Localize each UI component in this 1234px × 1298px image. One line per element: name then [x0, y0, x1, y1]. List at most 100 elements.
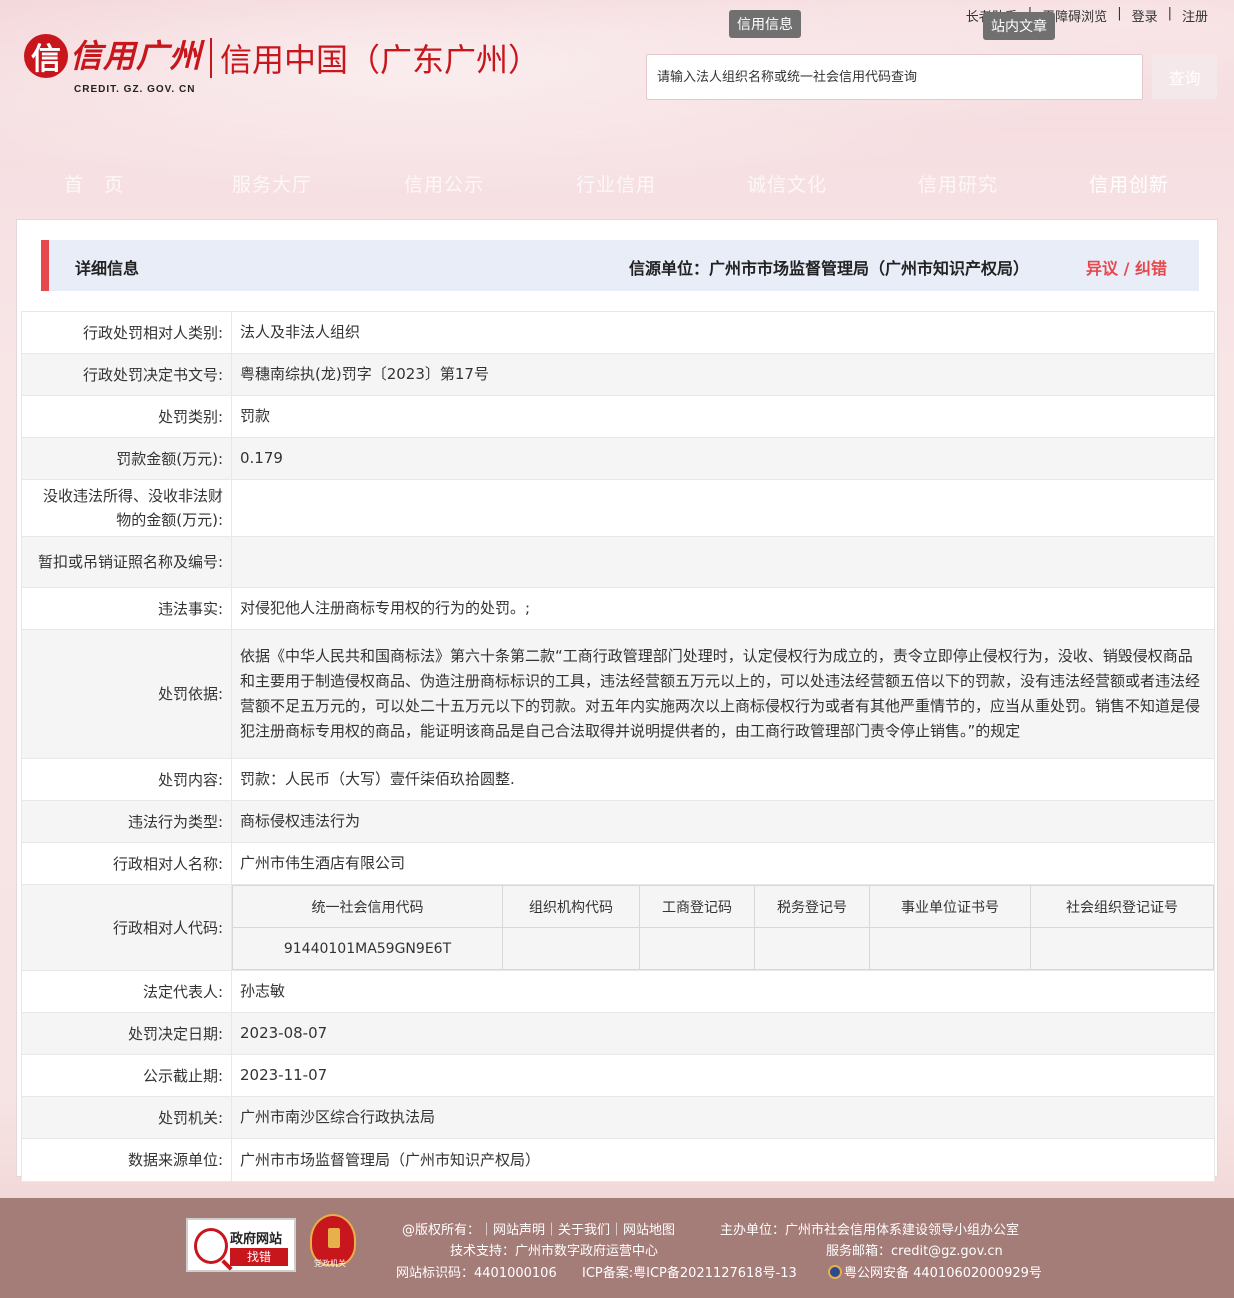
codes-header: 事业单位证书号: [869, 885, 1031, 928]
nav-service-hall[interactable]: 服务大厅: [232, 170, 312, 197]
table-row: 数据来源单位: 广州市市场监督管理局（广州市知识产权局）: [21, 1138, 1215, 1182]
row-value: 2023-11-07: [231, 1054, 1215, 1097]
page-footer: 政府网站 找错 党政机关 @版权所有：｜网站声明｜关于我们｜网站地图 主办单位：…: [0, 1198, 1234, 1298]
logo-divider: [210, 38, 213, 78]
row-label: 没收违法所得、没收非法财物的金额(万元):: [21, 479, 232, 537]
logo-subtitle: CREDIT. GZ. GOV. CN: [74, 84, 196, 95]
table-row: 处罚机关: 广州市南沙区综合行政执法局: [21, 1096, 1215, 1139]
row-value: 广州市南沙区综合行政执法局: [231, 1096, 1215, 1139]
logo-title: 信用广州: [70, 37, 203, 75]
codes-header-row: 统一社会信用代码 组织机构代码 工商登记码 税务登记号 事业单位证书号 社会组织…: [232, 885, 1214, 928]
magnifier-icon: [194, 1228, 228, 1264]
row-label: 法定代表人:: [21, 970, 232, 1013]
footer-email: 服务邮箱：credit@gz.gov.cn: [826, 1244, 1003, 1259]
table-row: 处罚内容: 罚款：人民币（大写）壹仟柒佰玖拾圆整.: [21, 758, 1215, 801]
row-value: 0.179: [231, 437, 1215, 480]
row-label: 数据来源单位:: [21, 1138, 232, 1182]
nav-integrity-culture[interactable]: 诚信文化: [747, 170, 827, 197]
codes-header: 税务登记号: [754, 885, 870, 928]
detail-table: 行政处罚相对人类别: 法人及非法人组织 行政处罚决定书文号: 粤穗南综执(龙)罚字〔…: [21, 311, 1215, 1182]
detail-header-bar: 详细信息 信源单位：广州市市场监督管理局（广州市知识产权局） 异议 / 纠错: [41, 240, 1199, 291]
nav-credit-disclosure[interactable]: 信用公示: [404, 170, 484, 197]
row-label: 罚款金额(万元):: [21, 437, 232, 480]
table-row: 行政相对人代码: 统一社会信用代码 组织机构代码 工商登记码 税务登记号 事业单…: [21, 884, 1215, 971]
codes-value: [869, 927, 1031, 970]
footer-police-record[interactable]: 粤公网安备 44010602000929号: [828, 1262, 1042, 1281]
table-row: 行政处罚相对人类别: 法人及非法人组织: [21, 311, 1215, 354]
codes-value-row: 91440101MA59GN9E6T: [232, 927, 1214, 970]
logo-emblem-icon: 信: [24, 34, 68, 78]
row-label: 违法事实:: [21, 587, 232, 630]
police-badge-icon: [828, 1265, 842, 1279]
codes-value: [639, 927, 755, 970]
row-value: 粤穗南综执(龙)罚字〔2023〕第17号: [231, 353, 1215, 396]
row-value: 对侵犯他人注册商标专用权的行为的处罚。;: [231, 587, 1215, 630]
codes-value: [754, 927, 870, 970]
row-label: 处罚内容:: [21, 758, 232, 801]
search-box: [646, 54, 1143, 100]
gov-site-error-badge[interactable]: 政府网站 找错: [186, 1218, 296, 1272]
table-row: 处罚类别: 罚款: [21, 395, 1215, 438]
footer-icp[interactable]: ICP备案:粤ICP备2021127618号-13: [582, 1262, 797, 1281]
row-value: 广州市伟生酒店有限公司: [231, 842, 1215, 885]
codes-header: 统一社会信用代码: [232, 885, 503, 928]
codes-value: [502, 927, 640, 970]
gov-badge-subtitle: 找错: [230, 1248, 288, 1266]
table-row: 处罚决定日期: 2023-08-07: [21, 1012, 1215, 1055]
codes-value: 91440101MA59GN9E6T: [232, 927, 503, 970]
row-value: 广州市市场监督管理局（广州市知识产权局）: [231, 1138, 1215, 1182]
detail-panel: 详细信息 信源单位：广州市市场监督管理局（广州市知识产权局） 异议 / 纠错 行…: [16, 219, 1218, 1182]
register-link[interactable]: 注册: [1172, 6, 1218, 25]
footer-support: 技术支持：广州市数字政府运营中心: [450, 1244, 659, 1259]
party-organ-label: 党政机关: [314, 1259, 346, 1268]
table-row: 罚款金额(万元): 0.179: [21, 437, 1215, 480]
row-value: 依据《中华人民共和国商标法》第六十条第二款“工商行政管理部门处理时，认定侵权行为…: [231, 629, 1215, 759]
site-logo[interactable]: 信 信用广州 CREDIT. GZ. GOV. CN 信用中国（广东广州）: [24, 34, 540, 95]
row-value: 罚款：人民币（大写）壹仟柒佰玖拾圆整.: [231, 758, 1215, 801]
search-input[interactable]: [647, 55, 1142, 99]
search-button[interactable]: 查询: [1152, 54, 1217, 99]
row-value: 孙志敏: [231, 970, 1215, 1013]
nav-industry-credit[interactable]: 行业信用: [576, 170, 656, 197]
row-value: 统一社会信用代码 组织机构代码 工商登记码 税务登记号 事业单位证书号 社会组织…: [231, 884, 1215, 971]
row-label: 公示截止期:: [21, 1054, 232, 1097]
table-row: 暂扣或吊销证照名称及编号:: [21, 536, 1215, 588]
detail-accent-bar: [41, 240, 49, 291]
row-label: 违法行为类型:: [21, 800, 232, 843]
table-row: 法定代表人: 孙志敏: [21, 970, 1215, 1013]
row-value: 商标侵权违法行为: [231, 800, 1215, 843]
codes-header: 组织机构代码: [502, 885, 640, 928]
row-label: 行政相对人代码:: [21, 884, 232, 971]
table-row: 行政相对人名称: 广州市伟生酒店有限公司: [21, 842, 1215, 885]
main-nav: 首 页 服务大厅 信用公示 行业信用 诚信文化 信用研究 信用创新: [0, 170, 1234, 200]
nav-credit-innovation[interactable]: 信用创新: [1089, 170, 1169, 197]
codes-header: 社会组织登记证号: [1030, 885, 1214, 928]
party-organ-badge[interactable]: 党政机关: [310, 1214, 360, 1274]
footer-police-text: 粤公网安备 44010602000929号: [844, 1266, 1042, 1281]
detail-source: 信源单位：广州市市场监督管理局（广州市知识产权局）: [628, 259, 1029, 278]
login-link[interactable]: 登录: [1122, 6, 1168, 25]
table-row: 违法事实: 对侵犯他人注册商标专用权的行为的处罚。;: [21, 587, 1215, 630]
objection-correction-link[interactable]: 异议 / 纠错: [1086, 255, 1167, 279]
search-tab-credit-info[interactable]: 信用信息: [729, 10, 801, 38]
row-label: 暂扣或吊销证照名称及编号:: [21, 536, 232, 588]
row-label: 处罚类别:: [21, 395, 232, 438]
gov-badge-title: 政府网站: [230, 1232, 283, 1247]
row-label: 处罚依据:: [21, 629, 232, 759]
search-tab-site-articles[interactable]: 站内文章: [983, 12, 1055, 40]
codes-header: 工商登记码: [639, 885, 755, 928]
nav-home[interactable]: 首 页: [64, 170, 124, 197]
footer-site-id: 网站标识码：4401000106: [396, 1266, 557, 1281]
codes-table: 统一社会信用代码 组织机构代码 工商登记码 税务登记号 事业单位证书号 社会组织…: [232, 885, 1214, 970]
nav-credit-research[interactable]: 信用研究: [918, 170, 998, 197]
row-label: 处罚机关:: [21, 1096, 232, 1139]
footer-copyright-links[interactable]: @版权所有：｜网站声明｜关于我们｜网站地图: [402, 1219, 675, 1238]
table-row: 行政处罚决定书文号: 粤穗南综执(龙)罚字〔2023〕第17号: [21, 353, 1215, 396]
table-row: 没收违法所得、没收非法财物的金额(万元):: [21, 479, 1215, 537]
codes-value: [1030, 927, 1214, 970]
table-row: 违法行为类型: 商标侵权违法行为: [21, 800, 1215, 843]
row-label: 行政相对人名称:: [21, 842, 232, 885]
row-value: 法人及非法人组织: [231, 311, 1215, 354]
footer-sponsor: 主办单位：广州市社会信用体系建设领导小组办公室: [720, 1223, 1020, 1238]
table-row: 公示截止期: 2023-11-07: [21, 1054, 1215, 1097]
